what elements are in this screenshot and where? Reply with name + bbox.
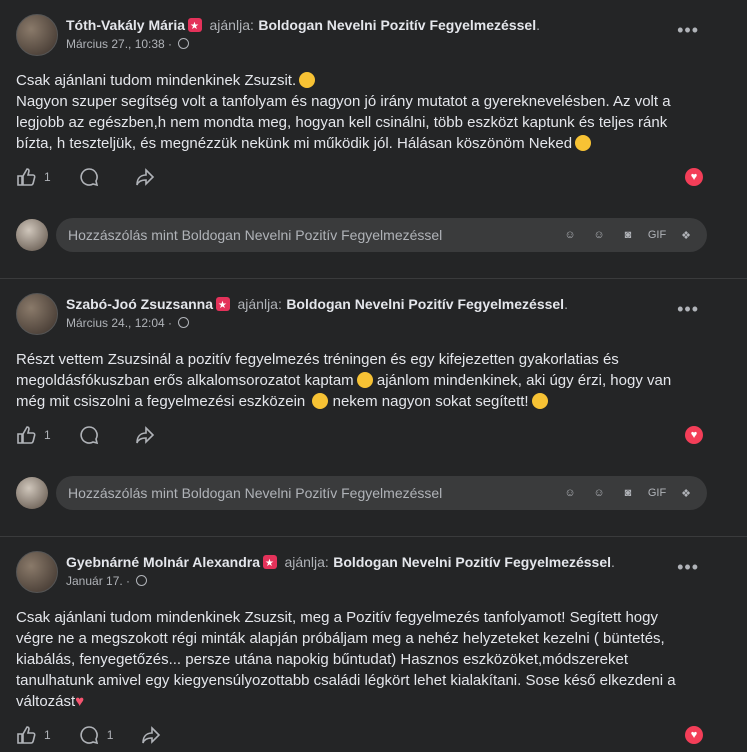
commenter-avatar	[16, 219, 48, 251]
author-name[interactable]: Szabó-Joó Zsuzsanna	[66, 296, 213, 312]
hearts-emoji-icon	[356, 372, 373, 388]
more-options-button[interactable]: •••	[677, 557, 699, 578]
comment-input[interactable]: Hozzászólás mint Boldogan Nevelni Pozití…	[56, 218, 707, 252]
avatar-sticker-icon[interactable]: ☺	[561, 484, 579, 502]
share-button[interactable]	[135, 425, 163, 445]
comment-button[interactable]: 1	[79, 725, 114, 745]
share-icon	[135, 426, 154, 444]
heart-reaction-icon[interactable]: ♥	[685, 726, 703, 744]
recommend-badge-icon	[216, 297, 231, 315]
recommend-badge-icon	[188, 18, 203, 36]
recommends-label: ajánlja:	[209, 17, 254, 33]
camera-icon[interactable]: ◙	[619, 484, 637, 502]
smile-emoji-icon	[575, 135, 592, 151]
globe-icon	[178, 317, 190, 328]
like-button[interactable]: 1	[16, 725, 51, 745]
author-name[interactable]: Tóth-Vakály Mária	[66, 17, 185, 33]
like-button[interactable]: 1	[16, 425, 51, 445]
more-options-button[interactable]: •••	[677, 299, 699, 320]
like-button[interactable]: 1	[16, 167, 51, 187]
recommends-label: ajánlja:	[237, 296, 282, 312]
gif-icon[interactable]: GIF	[648, 484, 666, 502]
avatar[interactable]	[16, 293, 58, 335]
post-date[interactable]: Január 17.	[66, 574, 123, 588]
hearts-emoji-icon	[531, 393, 548, 409]
emoji-icon[interactable]: ☺	[590, 484, 608, 502]
comment-button[interactable]	[79, 425, 107, 445]
post-date[interactable]: Március 24., 12:04	[66, 316, 165, 330]
globe-icon	[178, 38, 190, 49]
avatar[interactable]	[16, 14, 58, 56]
page-name[interactable]: Boldogan Nevelni Pozitív Fegyelmezéssel	[333, 554, 611, 570]
review-post: Szabó-Joó Zsuzsanna ajánlja: Boldogan Ne…	[0, 278, 747, 536]
comment-icon	[80, 726, 98, 745]
comment-icon	[80, 168, 98, 187]
review-post: Gyebnárné Molnár Alexandra ajánlja: Bold…	[0, 536, 747, 752]
camera-icon[interactable]: ◙	[619, 226, 637, 244]
share-button[interactable]	[135, 167, 163, 187]
heart-emoji-icon: ♥	[75, 693, 85, 710]
comment-button[interactable]	[79, 167, 107, 187]
heart-reaction-icon[interactable]: ♥	[685, 426, 703, 444]
sticker-icon[interactable]: ❖	[677, 484, 695, 502]
comment-placeholder: Hozzászólás mint Boldogan Nevelni Pozití…	[68, 227, 443, 243]
comment-icon	[80, 426, 98, 445]
author-name[interactable]: Gyebnárné Molnár Alexandra	[66, 554, 260, 570]
share-button[interactable]	[141, 725, 169, 745]
gif-icon[interactable]: GIF	[648, 226, 666, 244]
recommends-label: ajánlja:	[284, 554, 329, 570]
thumbs-up-icon	[17, 726, 36, 744]
more-options-button[interactable]: •••	[677, 20, 699, 41]
like-count: 1	[44, 728, 51, 742]
commenter-avatar	[16, 477, 48, 509]
post-body: Csak ajánlani tudom mindenkinek Zsuzsit,…	[16, 609, 676, 710]
globe-icon	[136, 575, 148, 586]
thumbs-up-icon	[17, 426, 36, 444]
post-body: Csak ajánlani tudom mindenkinek Zsuzsit.…	[16, 72, 671, 152]
avatar-sticker-icon[interactable]: ☺	[561, 226, 579, 244]
smile-emoji-icon	[312, 393, 329, 409]
like-count: 1	[44, 170, 51, 184]
page-name[interactable]: Boldogan Nevelni Pozitív Fegyelmezéssel	[286, 296, 564, 312]
comment-input[interactable]: Hozzászólás mint Boldogan Nevelni Pozití…	[56, 476, 707, 510]
thumbs-up-icon	[17, 168, 36, 186]
post-body: Részt vettem Zsuzsinál a pozitív fegyelm…	[16, 351, 672, 410]
like-count: 1	[44, 428, 51, 442]
emoji-icon[interactable]: ☺	[590, 226, 608, 244]
review-post: Tóth-Vakály Mária ajánlja: Boldogan Neve…	[0, 0, 747, 278]
page-name[interactable]: Boldogan Nevelni Pozitív Fegyelmezéssel	[258, 17, 536, 33]
recommend-badge-icon	[262, 555, 277, 573]
share-icon	[142, 726, 161, 744]
avatar[interactable]	[16, 551, 58, 593]
comment-count: 1	[106, 728, 114, 742]
comment-placeholder: Hozzászólás mint Boldogan Nevelni Pozití…	[68, 485, 443, 501]
sticker-icon[interactable]: ❖	[677, 226, 695, 244]
share-icon	[135, 168, 154, 186]
post-date[interactable]: Március 27., 10:38	[66, 37, 165, 51]
smile-emoji-icon	[299, 72, 316, 88]
heart-reaction-icon[interactable]: ♥	[685, 168, 703, 186]
